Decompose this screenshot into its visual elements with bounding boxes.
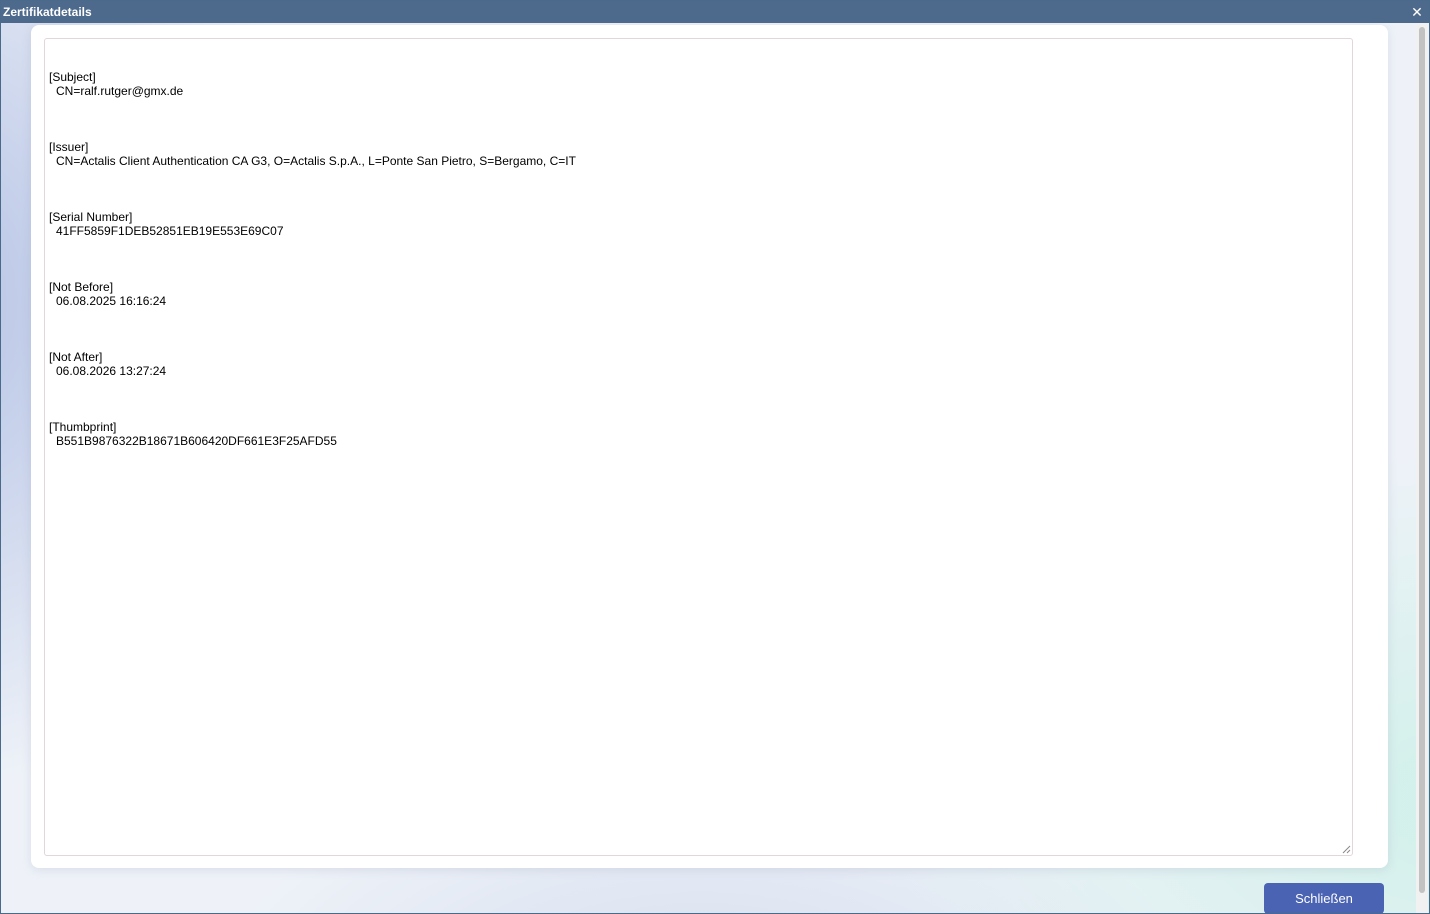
section-serial-number: [Serial Number] 41FF5859F1DEB52851EB19E55… bbox=[49, 210, 1348, 238]
certificate-details-dialog: Zertifikatdetails ✕ [Subject] CN=ralf.rut… bbox=[0, 0, 1430, 914]
section-label: [Issuer] bbox=[49, 140, 89, 154]
section-not-before: [Not Before] 06.08.2025 16:16:24 bbox=[49, 280, 1348, 308]
section-not-after: [Not After] 06.08.2026 13:27:24 bbox=[49, 350, 1348, 378]
vertical-scrollbar[interactable] bbox=[1416, 23, 1428, 913]
section-value: CN=ralf.rutger@gmx.de bbox=[56, 84, 184, 98]
section-value: 41FF5859F1DEB52851EB19E553E69C07 bbox=[56, 224, 284, 238]
section-label: [Serial Number] bbox=[49, 210, 133, 224]
title-bar: Zertifikatdetails ✕ bbox=[1, 1, 1429, 23]
scrollbar-thumb[interactable] bbox=[1419, 27, 1425, 893]
section-issuer: [Issuer] CN=Actalis Client Authentication… bbox=[49, 140, 1348, 168]
resize-grip-icon[interactable] bbox=[1342, 845, 1351, 854]
close-icon[interactable]: ✕ bbox=[1409, 4, 1425, 20]
section-value: B551B9876322B18671B606420DF661E3F25AFD55 bbox=[56, 434, 337, 448]
close-button[interactable]: Schließen bbox=[1264, 883, 1384, 913]
dialog-title: Zertifikatdetails bbox=[3, 5, 92, 19]
section-label: [Thumbprint] bbox=[49, 420, 117, 434]
section-value: CN=Actalis Client Authentication CA G3, … bbox=[56, 154, 576, 168]
section-value: 06.08.2025 16:16:24 bbox=[56, 294, 167, 308]
section-label: [Not Before] bbox=[49, 280, 114, 294]
section-subject: [Subject] CN=ralf.rutger@gmx.de bbox=[49, 70, 1348, 98]
section-value: 06.08.2026 13:27:24 bbox=[56, 364, 167, 378]
section-label: [Subject] bbox=[49, 70, 96, 84]
content-panel: [Subject] CN=ralf.rutger@gmx.de [Issuer] C… bbox=[31, 25, 1388, 868]
certificate-details-textarea[interactable]: [Subject] CN=ralf.rutger@gmx.de [Issuer] C… bbox=[44, 38, 1353, 856]
section-thumbprint: [Thumbprint] B551B9876322B18671B606420DF6… bbox=[49, 420, 1348, 448]
section-label: [Not After] bbox=[49, 350, 103, 364]
